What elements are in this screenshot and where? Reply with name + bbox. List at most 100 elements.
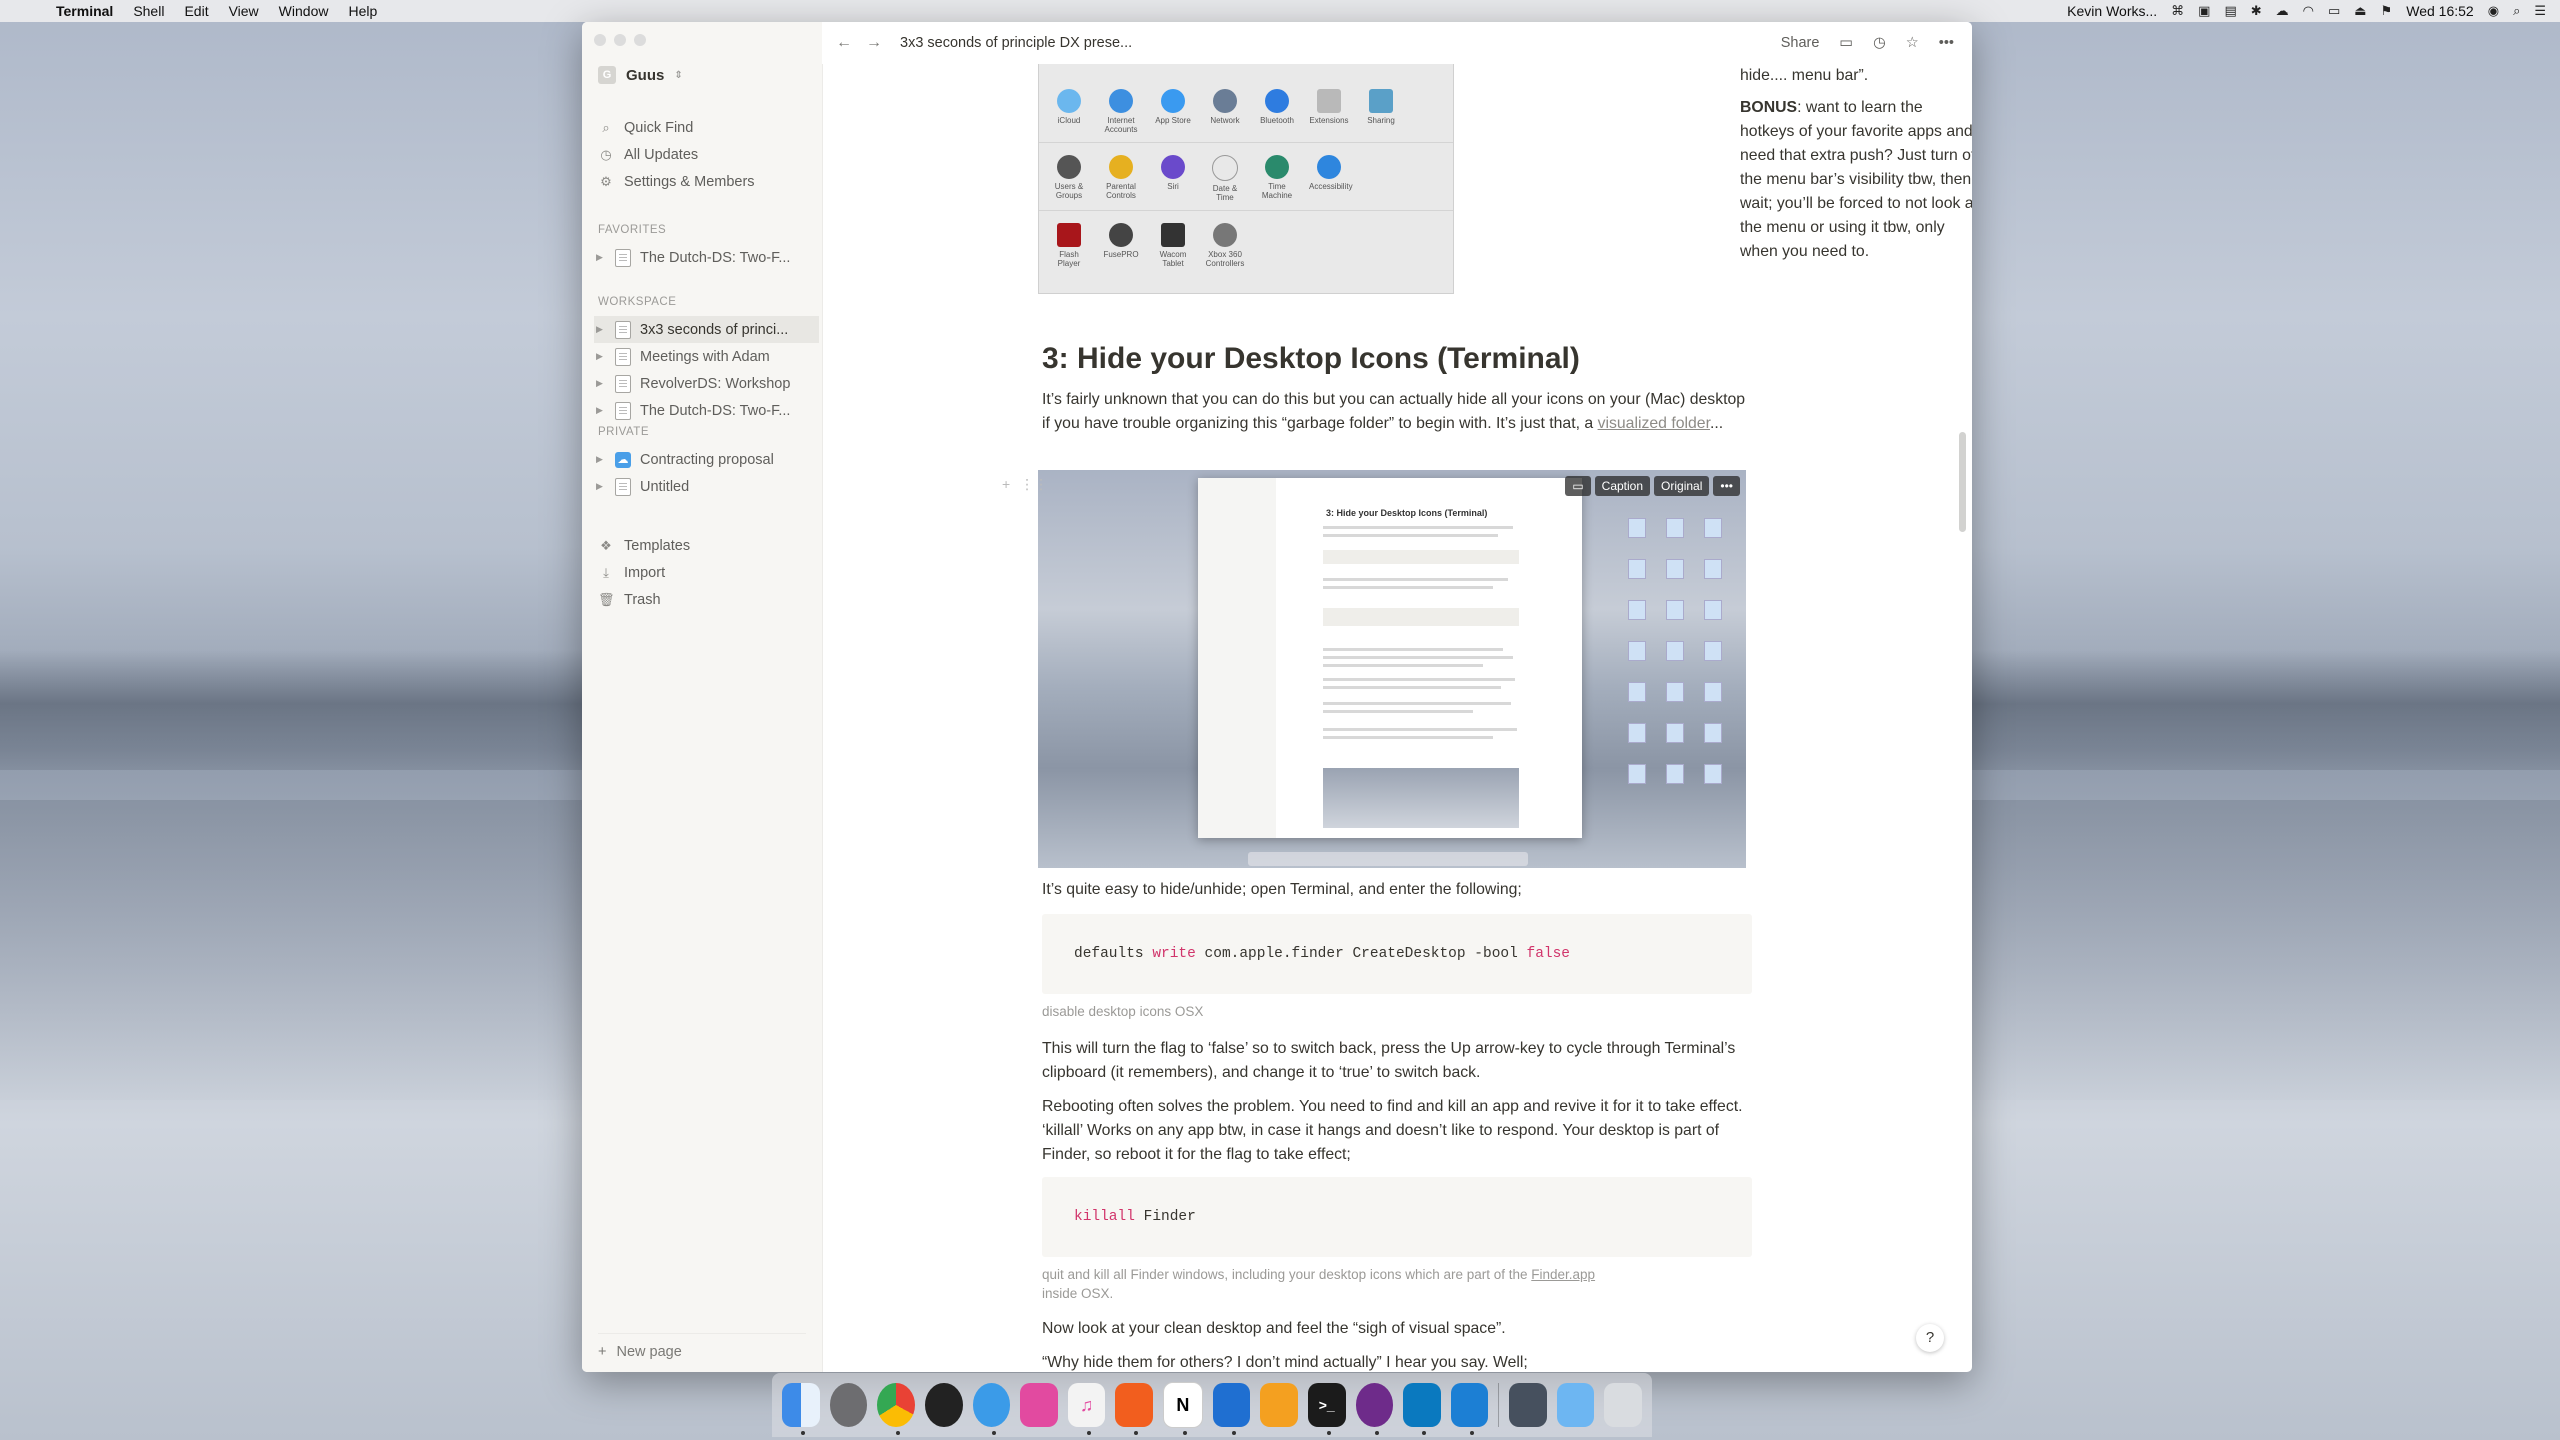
menu-app-name[interactable]: Terminal	[56, 3, 113, 19]
terminal-icon[interactable]: >_	[1307, 1383, 1346, 1435]
trello-icon[interactable]	[1403, 1383, 1441, 1435]
calendar-icon[interactable]	[1115, 1383, 1153, 1435]
github-icon[interactable]	[1355, 1383, 1394, 1435]
sidebar-item-trash[interactable]: 🗑 Trash	[598, 586, 690, 613]
code-text: Finder	[1134, 1209, 1196, 1225]
system-preferences-icon[interactable]	[829, 1383, 868, 1427]
sidebar-bottom-nav: ❖ Templates ⤓ Import 🗑 Trash	[598, 532, 690, 613]
menu-help[interactable]: Help	[348, 3, 377, 19]
siri-icon[interactable]: ◉	[2488, 3, 2499, 19]
music-icon[interactable]: ♫	[1067, 1383, 1106, 1435]
chrome-icon[interactable]	[877, 1383, 915, 1435]
screen-icon[interactable]: ▣	[2198, 3, 2210, 19]
triangle-right-icon[interactable]: ▶	[596, 324, 606, 335]
sidebar-page-current[interactable]: ▶ 3x3 seconds of princi...	[594, 316, 819, 343]
clock[interactable]: Wed 16:52	[2406, 3, 2473, 19]
display-icon[interactable]: ▤	[2224, 3, 2236, 19]
folder-icon[interactable]	[1556, 1383, 1595, 1427]
code-keyword: write	[1152, 946, 1196, 962]
new-page-button[interactable]: + New page	[598, 1333, 806, 1360]
scrollbar[interactable]	[1959, 432, 1966, 532]
workspace-heading: WORKSPACE	[598, 296, 677, 308]
favorite-star-icon[interactable]: ☆	[1906, 35, 1919, 51]
parental-controls-icon	[1109, 155, 1133, 179]
notion-icon[interactable]: N	[1163, 1382, 1203, 1435]
comment-icon[interactable]: ▭	[1565, 476, 1591, 496]
breadcrumb[interactable]: 3x3 seconds of principle DX prese...	[900, 35, 1132, 51]
trash-icon[interactable]	[1604, 1383, 1643, 1427]
command-icon[interactable]: ⌘	[2171, 3, 2184, 19]
sidebar-item-import[interactable]: ⤓ Import	[598, 559, 690, 586]
triangle-right-icon[interactable]: ▶	[596, 454, 606, 465]
screenshot-folder-icon[interactable]	[1509, 1383, 1547, 1427]
finder-app-link[interactable]: Finder.app	[1531, 1267, 1595, 1282]
sidebar-item-all-updates[interactable]: ◷ All Updates	[598, 141, 755, 168]
forward-arrow-icon[interactable]: →	[866, 34, 882, 52]
sidebar-item-quick-find[interactable]: ⌕ Quick Find	[598, 114, 755, 141]
caption-button[interactable]: Caption	[1594, 476, 1651, 496]
camera-app-icon[interactable]	[924, 1383, 963, 1427]
sidebar-page[interactable]: ▶ ☁ Contracting proposal	[594, 446, 819, 473]
triangle-right-icon[interactable]: ▶	[596, 351, 606, 362]
cloud-icon[interactable]: ☁	[2276, 3, 2289, 19]
finder-icon[interactable]	[782, 1383, 820, 1435]
search-icon[interactable]: ⌕	[2513, 3, 2520, 19]
wifi-icon[interactable]: ◠	[2303, 3, 2314, 19]
triangle-right-icon[interactable]: ▶	[596, 405, 606, 416]
screenshot-text-line	[1323, 526, 1513, 529]
code-caption-1: disable desktop icons OSX	[1042, 1004, 1204, 1019]
menu-window[interactable]: Window	[279, 3, 329, 19]
workspace-switcher[interactable]: G Guus ⇕	[598, 66, 683, 84]
flag-icon[interactable]: ⚑	[2381, 3, 2393, 19]
triangle-right-icon[interactable]: ▶	[596, 481, 606, 492]
eject-icon[interactable]: ⏏	[2354, 3, 2366, 19]
drag-handle-icon[interactable]: ⋮⋮	[1020, 476, 1048, 492]
share-button[interactable]: Share	[1781, 35, 1820, 51]
sketch-app-icon[interactable]	[1020, 1383, 1058, 1427]
sidebar-page[interactable]: ▶ The Dutch-DS: Two-F...	[594, 397, 819, 424]
affinity-icon[interactable]	[1212, 1383, 1251, 1435]
favorites-heading: FAVORITES	[598, 224, 667, 236]
back-arrow-icon[interactable]: ←	[836, 34, 852, 52]
sidebar-page[interactable]: ▶ Untitled	[594, 473, 819, 500]
zoom-button[interactable]	[634, 34, 646, 46]
user-name[interactable]: Kevin Works...	[2067, 3, 2157, 19]
sidebar-page-favorite[interactable]: ▶ The Dutch-DS: Two-F...	[594, 244, 819, 271]
prefs-item: Flash Player	[1049, 223, 1089, 268]
menu-shell[interactable]: Shell	[133, 3, 164, 19]
intro-paragraph: It’s fairly unknown that you can do this…	[1042, 388, 1752, 436]
original-button[interactable]: Original	[1654, 476, 1710, 496]
menu-view[interactable]: View	[229, 3, 259, 19]
updates-clock-icon[interactable]: ◷	[1873, 35, 1886, 51]
workspace-name: Guus	[626, 66, 665, 84]
sidebar-page[interactable]: ▶ Meetings with Adam	[594, 343, 819, 370]
cloud-app-icon[interactable]	[972, 1383, 1011, 1435]
block-handle-icons: + ⋮⋮	[1002, 476, 1048, 493]
system-preferences-image[interactable]: iCloud Internet Accounts App Store Netwo…	[1038, 58, 1454, 294]
more-options-icon[interactable]: •••	[1713, 476, 1740, 496]
add-block-icon[interactable]: +	[1002, 476, 1010, 492]
bonus-paragraph: BONUS: want to learn the hotkeys of your…	[1740, 96, 1972, 264]
sidebar-item-settings[interactable]: ⚙ Settings & Members	[598, 168, 754, 195]
comment-icon[interactable]: ▭	[1839, 35, 1853, 51]
desktop-screenshot-image[interactable]: 3: Hide your Desktop Icons (Terminal) ▭ …	[1038, 470, 1746, 868]
airplay-icon[interactable]: ▭	[2328, 3, 2340, 19]
menu-edit[interactable]: Edit	[184, 3, 208, 19]
close-button[interactable]	[594, 34, 606, 46]
notification-center-icon[interactable]: ☰	[2534, 3, 2546, 19]
vscode-icon[interactable]	[1450, 1383, 1489, 1435]
triangle-right-icon[interactable]: ▶	[596, 378, 606, 389]
sidebar-item-templates[interactable]: ❖ Templates	[598, 532, 690, 559]
blender-icon[interactable]	[1260, 1383, 1298, 1427]
fuse-icon	[1109, 223, 1133, 247]
triangle-right-icon[interactable]: ▶	[596, 252, 606, 263]
sidebar-page[interactable]: ▶ RevolverDS: Workshop	[594, 370, 819, 397]
bluetooth-icon[interactable]: ✱	[2251, 3, 2262, 19]
visualized-folder-link[interactable]: visualized folder	[1598, 415, 1710, 432]
help-button[interactable]: ?	[1916, 1324, 1944, 1352]
minimize-button[interactable]	[614, 34, 626, 46]
code-block-defaults[interactable]: defaults write com.apple.finder CreateDe…	[1042, 914, 1752, 994]
more-options-icon[interactable]: •••	[1939, 35, 1954, 51]
code-block-killall[interactable]: killall Finder	[1042, 1177, 1752, 1257]
page-label: 3x3 seconds of princi...	[640, 321, 789, 338]
